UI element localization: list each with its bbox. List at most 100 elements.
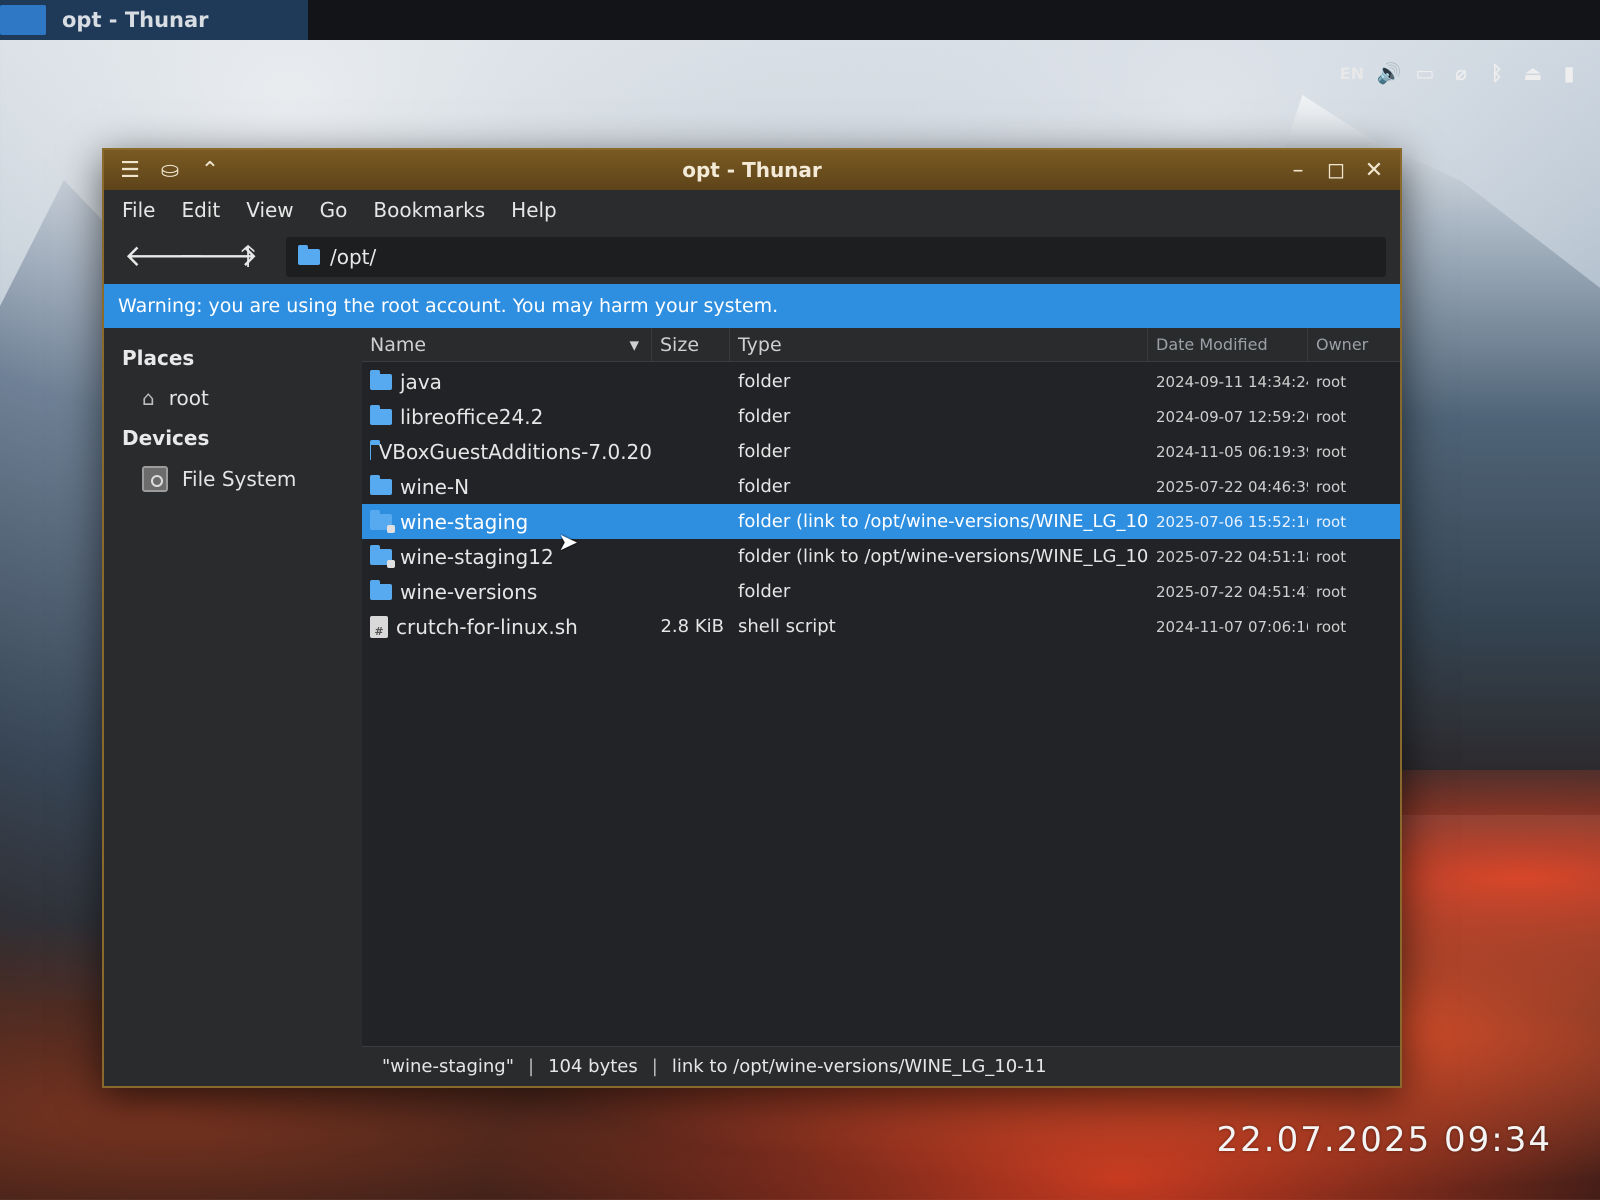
file-type: folder — [738, 441, 791, 462]
back-arrow-icon[interactable]: 🡐 — [124, 242, 204, 272]
column-name-label: Name — [370, 333, 427, 356]
file-date: 2024-09-11 14:34:24 — [1156, 372, 1308, 391]
file-size: 2.8 KiB — [660, 616, 724, 637]
file-type: folder — [738, 406, 791, 427]
column-name[interactable]: Name ▾ — [362, 327, 652, 362]
thunar-app-icon — [0, 5, 46, 35]
status-size: 104 bytes — [548, 1056, 638, 1077]
file-name: libreoffice24.2 — [400, 404, 544, 429]
status-link-target: link to /opt/wine-versions/WINE_LG_10-11 — [671, 1056, 1047, 1077]
sidebar-item-file-system[interactable]: File System — [118, 462, 362, 496]
file-date: 2025-07-22 04:51:41 — [1156, 582, 1308, 601]
file-owner: root — [1316, 512, 1347, 531]
folder-icon — [298, 245, 320, 265]
clip-icon[interactable]: ⌀ — [1450, 61, 1472, 85]
file-name: wine-staging — [400, 509, 529, 534]
status-separator: | — [651, 1056, 658, 1077]
location-bar[interactable]: /opt/ — [286, 237, 1386, 277]
menu-help[interactable]: Help — [511, 198, 557, 222]
menu-edit[interactable]: Edit — [181, 198, 220, 222]
root-warning-banner: Warning: you are using the root account.… — [104, 284, 1400, 328]
file-row-selected[interactable]: wine-staging folder (link to /opt/wine-v… — [362, 504, 1400, 539]
folder-icon — [370, 369, 392, 390]
mouse-pointer-icon: ➤ — [558, 528, 579, 556]
menu-file[interactable]: File — [122, 198, 155, 222]
file-owner: root — [1316, 582, 1347, 601]
file-row[interactable]: wine-staging12 folder (link to /opt/wine… — [362, 539, 1400, 574]
sidebar-heading-places: Places — [122, 346, 195, 370]
column-size[interactable]: Size — [652, 327, 730, 362]
up-arrow-icon[interactable]: 🡑 — [232, 242, 264, 272]
photo-timestamp: 22.07.2025 09:34 — [1216, 1120, 1552, 1160]
system-tray: EN 🔊 ▭ ⌀ ᛒ ⏏ ▮ — [1340, 61, 1580, 85]
shade-icon[interactable]: ⌃ — [198, 158, 222, 183]
file-owner: root — [1316, 547, 1347, 566]
menu-go[interactable]: Go — [320, 198, 348, 222]
file-date: 2024-09-07 12:59:26 — [1156, 407, 1308, 426]
column-owner[interactable]: Owner — [1308, 328, 1388, 362]
keyboard-layout-indicator[interactable]: EN — [1340, 64, 1364, 83]
thunar-window: ☰ ⛀ ⌃ opt - Thunar – ◻ ✕ File Edit View … — [102, 148, 1402, 1088]
file-row[interactable]: VBoxGuestAdditions-7.0.20 folder 2024-11… — [362, 434, 1400, 469]
folder-icon — [370, 474, 392, 495]
battery-icon[interactable]: ▮ — [1558, 61, 1580, 85]
file-name: java — [400, 369, 442, 394]
sidebar-item-label: File System — [182, 467, 297, 491]
window-title: opt - Thunar — [682, 158, 822, 182]
column-type[interactable]: Type — [730, 327, 1148, 362]
display-icon[interactable]: ▭ — [1414, 61, 1436, 85]
menu-bookmarks[interactable]: Bookmarks — [373, 198, 485, 222]
file-owner: root — [1316, 442, 1347, 461]
top-panel: opt - Thunar — [0, 0, 1600, 40]
file-name: VBoxGuestAdditions-7.0.20 — [378, 439, 652, 464]
file-row[interactable]: wine-N folder 2025-07-22 04:46:39 root — [362, 469, 1400, 504]
home-icon: ⌂ — [142, 386, 155, 410]
folder-link-icon — [370, 509, 395, 533]
window-menu-icon[interactable]: ☰ — [118, 158, 142, 183]
file-date: 2024-11-05 06:19:39 — [1156, 442, 1308, 461]
maximize-icon[interactable]: ◻ — [1324, 158, 1348, 183]
file-owner: root — [1316, 477, 1347, 496]
file-type: shell script — [738, 616, 836, 637]
file-name: wine-versions — [400, 579, 538, 604]
taskbar-item-thunar[interactable]: opt - Thunar — [0, 0, 308, 40]
status-separator: | — [528, 1056, 535, 1077]
column-header-row: Name ▾ Size Type Date Modified Owner — [362, 327, 1400, 362]
file-name: wine-staging12 — [400, 544, 554, 569]
sort-descending-icon: ▾ — [629, 333, 639, 356]
sidebar-item-root[interactable]: ⌂ root — [118, 382, 362, 414]
file-row[interactable]: wine-versions folder 2025-07-22 04:51:41… — [362, 574, 1400, 609]
location-toolbar: 🡐 🡒 🡑 /opt/ — [104, 230, 1400, 284]
sticky-icon[interactable]: ⛀ — [158, 158, 182, 183]
sidebar: Places ⌂ root Devices File System — [104, 328, 362, 1086]
file-date: 2025-07-22 04:46:39 — [1156, 477, 1308, 496]
file-row[interactable]: java folder 2024-09-11 14:34:24 root — [362, 364, 1400, 399]
menu-view[interactable]: View — [246, 198, 293, 222]
forward-arrow-icon[interactable]: 🡒 — [178, 242, 258, 272]
file-type: folder — [738, 476, 791, 497]
close-icon[interactable]: ✕ — [1362, 158, 1386, 183]
folder-icon — [370, 439, 376, 460]
file-row[interactable]: libreoffice24.2 folder 2024-09-07 12:59:… — [362, 399, 1400, 434]
folder-icon — [370, 579, 392, 600]
window-titlebar[interactable]: ☰ ⛀ ⌃ opt - Thunar – ◻ ✕ — [104, 150, 1400, 190]
file-row[interactable]: # crutch-for-linux.sh 2.8 KiB shell scrip… — [362, 609, 1400, 644]
eject-icon[interactable]: ⏏ — [1522, 61, 1544, 85]
statusbar: "wine-staging" | 104 bytes | link to /op… — [362, 1046, 1400, 1086]
file-name: wine-N — [400, 474, 470, 499]
minimize-icon[interactable]: – — [1286, 158, 1310, 183]
file-type: folder (link to /opt/wine-versions/WINE_… — [738, 511, 1148, 532]
sidebar-heading-devices: Devices — [122, 426, 210, 450]
shell-script-icon: # — [370, 615, 388, 638]
file-owner: root — [1316, 372, 1347, 391]
volume-icon[interactable]: 🔊 — [1377, 61, 1402, 85]
file-date: 2025-07-06 15:52:16 — [1156, 512, 1308, 531]
file-type: folder — [738, 581, 791, 602]
folder-link-icon — [370, 544, 395, 568]
bluetooth-icon[interactable]: ᛒ — [1486, 61, 1508, 85]
file-date: 2024-11-07 07:06:16 — [1156, 617, 1308, 636]
file-name: crutch-for-linux.sh — [396, 614, 578, 639]
file-rows: java folder 2024-09-11 14:34:24 root lib… — [362, 362, 1400, 644]
column-date-modified[interactable]: Date Modified — [1148, 327, 1308, 362]
drive-icon — [142, 466, 168, 492]
